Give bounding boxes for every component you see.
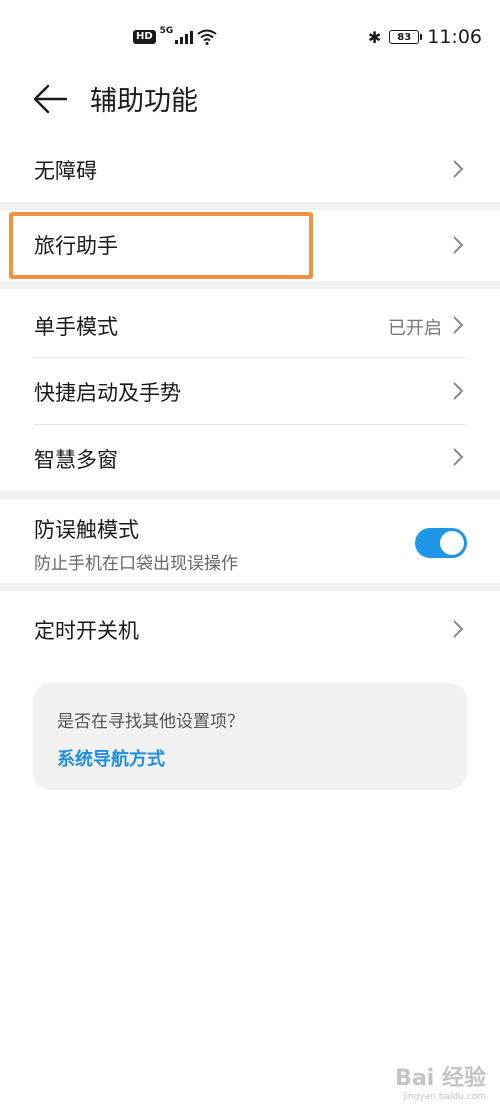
wifi-icon xyxy=(197,29,217,45)
accidental-touch-toggle[interactable] xyxy=(415,528,467,558)
watermark: Bai 经验 jingyan.baidu.com xyxy=(395,1060,486,1102)
row-accessibility[interactable]: 无障碍 xyxy=(0,140,500,200)
bluetooth-icon: ✱ xyxy=(367,27,382,47)
chevron-right-icon xyxy=(453,160,464,178)
row-label: 快捷启动及手势 xyxy=(34,381,181,405)
network-type: 5G xyxy=(159,26,174,36)
group-divider xyxy=(0,583,500,591)
row-smart-multiwindow[interactable]: 智慧多窗 xyxy=(0,425,500,489)
watermark-url: jingyan.baidu.com xyxy=(402,1092,486,1102)
row-one-hand-mode[interactable]: 单手模式 已开启 xyxy=(0,291,500,357)
group-divider xyxy=(0,202,500,210)
system-navigation-link[interactable]: 系统导航方式 xyxy=(57,745,165,771)
battery-icon: 83 xyxy=(389,30,423,44)
toggle-knob xyxy=(440,531,464,555)
chevron-right-icon xyxy=(453,236,464,254)
page-title: 辅助功能 xyxy=(90,86,198,117)
row-label: 单手模式 xyxy=(34,315,118,339)
status-right: ✱ 83 11:06 xyxy=(368,24,482,50)
app-header: 辅助功能 xyxy=(0,75,500,125)
chevron-right-icon xyxy=(453,448,464,466)
chevron-right-icon xyxy=(453,620,464,638)
status-left: HD 5G xyxy=(133,26,217,48)
row-label: 定时开关机 xyxy=(34,619,139,643)
row-label: 无障碍 xyxy=(34,159,97,183)
back-arrow-icon[interactable] xyxy=(32,83,68,115)
signal-icon xyxy=(175,30,194,44)
row-label: 智慧多窗 xyxy=(34,448,118,472)
status-value: 已开启 xyxy=(388,318,442,339)
chevron-right-icon xyxy=(453,316,464,334)
group-divider xyxy=(0,281,500,289)
suggestion-card: 是否在寻找其他设置项？ 系统导航方式 xyxy=(33,683,467,790)
watermark-logo-text: Bai 经验 xyxy=(395,1066,486,1091)
status-bar: HD 5G ✱ 83 11:06 xyxy=(0,0,500,75)
row-quick-launch[interactable]: 快捷启动及手势 xyxy=(0,358,500,424)
highlight-box xyxy=(9,212,313,279)
clock: 11:06 xyxy=(427,26,482,48)
chevron-right-icon xyxy=(453,382,464,400)
row-accidental-touch[interactable]: 防误触模式 防止手机在口袋出现误操作 xyxy=(0,501,500,581)
battery-level: 83 xyxy=(397,31,412,43)
row-label: 防误触模式 xyxy=(34,518,139,542)
row-scheduled-power[interactable]: 定时开关机 xyxy=(0,593,500,663)
row-subtitle: 防止手机在口袋出现误操作 xyxy=(34,554,238,574)
hd-badge: HD xyxy=(133,30,156,44)
group-divider xyxy=(0,491,500,499)
suggestion-question: 是否在寻找其他设置项？ xyxy=(57,712,244,732)
